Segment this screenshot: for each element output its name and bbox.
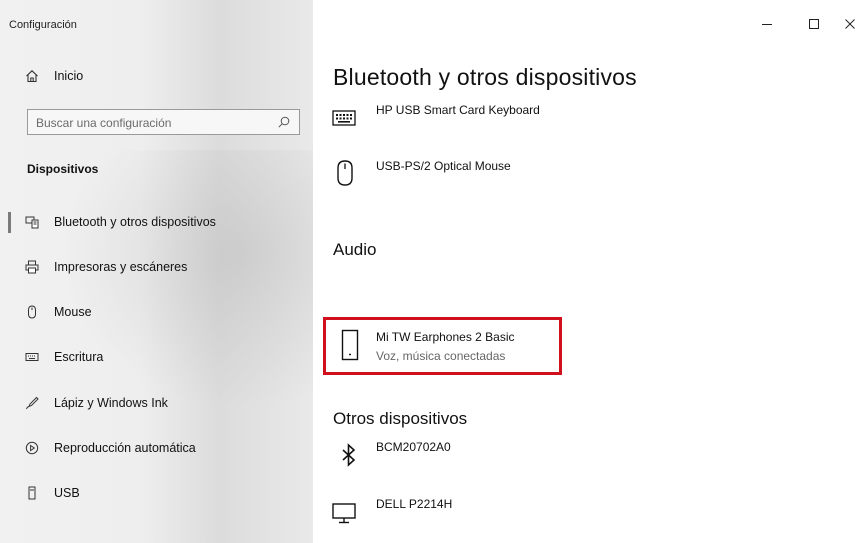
sidebar-item-printers[interactable]: Impresoras y escáneres: [0, 247, 313, 287]
audio-heading: Audio: [333, 240, 377, 259]
home-nav-item[interactable]: Inicio: [0, 56, 313, 96]
device-name: BCM20702A0: [376, 440, 451, 454]
sidebar-item-label: Impresoras y escáneres: [54, 260, 188, 274]
device-name: USB-PS/2 Optical Mouse: [376, 159, 511, 173]
sidebar-item-pen[interactable]: Lápiz y Windows Ink: [0, 383, 313, 423]
sidebar-item-label: Mouse: [54, 305, 92, 319]
active-indicator: [8, 212, 11, 233]
sidebar-item-bluetooth[interactable]: Bluetooth y otros dispositivos: [0, 202, 313, 242]
home-label: Inicio: [54, 69, 84, 83]
device-name: HP USB Smart Card Keyboard: [376, 103, 540, 117]
mouse-icon: [335, 159, 361, 186]
keyboard-icon: [24, 349, 40, 365]
monitor-icon: [331, 501, 357, 527]
app-title: Configuración: [9, 19, 77, 31]
mouse-icon: [24, 304, 40, 320]
bluetooth-icon: [341, 443, 367, 469]
sidebar-item-label: Reproducción automática: [54, 441, 196, 455]
device-item-mouse[interactable]: USB-PS/2 Optical Mouse: [331, 159, 561, 199]
sidebar-item-label: USB: [54, 486, 80, 500]
keyboard-icon: [331, 107, 357, 133]
sidebar-item-label: Lápiz y Windows Ink: [54, 396, 168, 410]
autoplay-icon: [24, 440, 40, 456]
search-icon[interactable]: [277, 115, 291, 129]
search-input[interactable]: Buscar una configuración: [27, 109, 300, 135]
printer-icon: [24, 259, 40, 275]
device-item-keyboard[interactable]: HP USB Smart Card Keyboard: [331, 103, 561, 143]
sidebar-item-label: Bluetooth y otros dispositivos: [54, 215, 216, 229]
sidebar-item-usb[interactable]: USB: [0, 473, 313, 513]
usb-icon: [24, 485, 40, 501]
maximize-button[interactable]: [799, 14, 829, 36]
home-icon: [24, 68, 40, 84]
minimize-icon: [761, 18, 773, 33]
device-name: DELL P2214H: [376, 497, 453, 511]
sidebar: Configuración Inicio Buscar una configur…: [0, 0, 313, 543]
close-button[interactable]: [835, 14, 865, 36]
sidebar-item-mouse[interactable]: Mouse: [0, 292, 313, 332]
page-title: Bluetooth y otros dispositivos: [333, 64, 637, 90]
section-title: Dispositivos: [27, 162, 99, 176]
pen-icon: [24, 395, 40, 411]
highlight-box: [323, 317, 562, 375]
devices-icon: [24, 214, 40, 230]
maximize-icon: [808, 18, 820, 33]
sidebar-item-label: Escritura: [54, 350, 104, 364]
close-icon: [844, 18, 856, 33]
search-placeholder: Buscar una configuración: [36, 116, 172, 130]
sidebar-item-autoplay[interactable]: Reproducción automática: [0, 428, 313, 468]
minimize-button[interactable]: [752, 14, 782, 36]
device-item-bluetooth[interactable]: BCM20702A0: [331, 440, 561, 480]
sidebar-item-typing[interactable]: Escritura: [0, 337, 313, 377]
other-devices-heading: Otros dispositivos: [333, 409, 468, 428]
device-item-monitor[interactable]: DELL P2214H: [331, 497, 561, 537]
